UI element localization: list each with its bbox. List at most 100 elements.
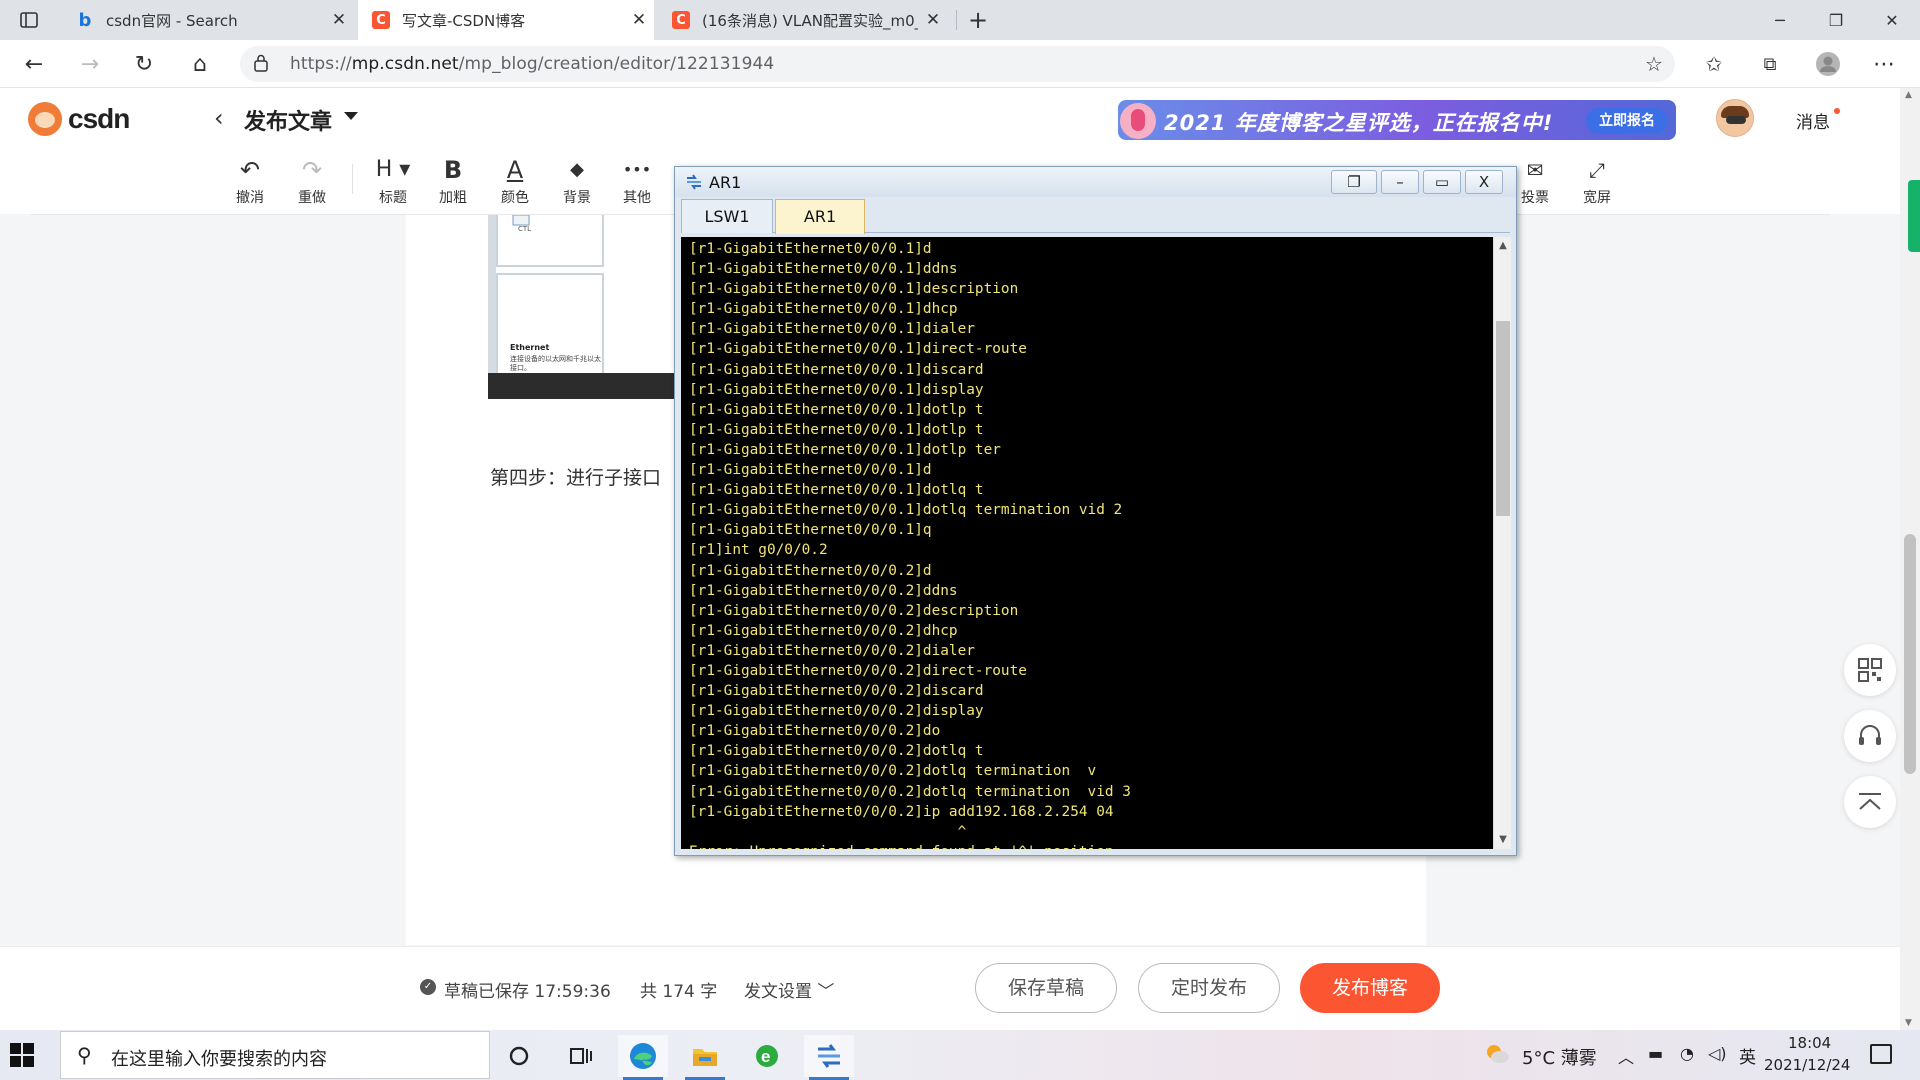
- back-to-top-icon[interactable]: [1844, 776, 1896, 828]
- schedule-publish-button[interactable]: 定时发布: [1138, 963, 1280, 1013]
- save-draft-button[interactable]: 保存草稿: [975, 963, 1117, 1013]
- side-widget-tab[interactable]: [1908, 180, 1920, 252]
- paint-bucket-icon: ◆: [570, 159, 584, 180]
- messages-link[interactable]: 消息: [1796, 108, 1830, 133]
- step-paragraph[interactable]: 第四步：进行子接口: [490, 463, 661, 490]
- scroll-up-icon[interactable]: ▲: [1905, 90, 1912, 100]
- profile-icon[interactable]: [1808, 44, 1848, 84]
- bold-icon: B: [443, 156, 463, 184]
- tab-ar1[interactable]: AR1: [775, 199, 865, 234]
- terminal-output[interactable]: [r1-GigabitEthernet0/0/0.1]d [r1-GigabitE…: [681, 237, 1493, 849]
- more-icon: •••: [622, 160, 652, 179]
- back-icon[interactable]: ←: [14, 44, 54, 84]
- page-scroll-thumb[interactable]: [1904, 534, 1916, 774]
- terminal-line: [r1-GigabitEthernet0/0/0.2]dotlq termina…: [689, 763, 1097, 780]
- bold-button[interactable]: B 加粗: [428, 156, 478, 207]
- terminal-scrollbar[interactable]: ▲ ▼: [1493, 237, 1511, 849]
- lock-icon[interactable]: [254, 54, 268, 76]
- add-favorite-icon[interactable]: ☆: [1634, 44, 1674, 84]
- home-icon[interactable]: ⌂: [180, 44, 220, 84]
- terminal-line: [r1-GigabitEthernet0/0/0.2]dotlq termina…: [689, 783, 1131, 800]
- check-circle-icon: ✓: [420, 979, 436, 995]
- edge-browser-icon[interactable]: [618, 1035, 668, 1077]
- ar1-console-window[interactable]: AR1 ❐ – ▭ X LSW1 AR1 [r1-GigabitEthernet…: [674, 166, 1517, 856]
- clock-date[interactable]: 2021/12/24: [1764, 1056, 1850, 1074]
- notification-center-icon[interactable]: [1870, 1044, 1892, 1064]
- favorites-icon[interactable]: ✩: [1694, 44, 1734, 84]
- weather-fog-icon[interactable]: [1484, 1042, 1510, 1066]
- csdn-logo[interactable]: csdn: [28, 102, 130, 136]
- ie-browser-icon[interactable]: e: [742, 1035, 792, 1077]
- windows-start-icon[interactable]: [10, 1043, 34, 1067]
- tab-vlan-article[interactable]: C (16条消息) VLAN配置实验_m0_6 ✕: [658, 0, 948, 40]
- publish-button[interactable]: 发布博客: [1300, 963, 1440, 1013]
- console-maximize-icon[interactable]: ▭: [1423, 170, 1461, 194]
- back-chevron-icon[interactable]: ‹: [214, 104, 224, 132]
- redo-button[interactable]: ↷ 重做: [287, 156, 337, 207]
- qrcode-icon[interactable]: [1844, 644, 1896, 696]
- tab-lsw1[interactable]: LSW1: [681, 199, 773, 233]
- collections-icon[interactable]: ⧉: [1750, 44, 1790, 84]
- scroll-thumb[interactable]: [1496, 321, 1510, 516]
- console-titlebar[interactable]: AR1 ❐ – ▭ X: [675, 167, 1516, 197]
- background-button[interactable]: ◆ 背景: [552, 156, 602, 207]
- color-button[interactable]: A 颜色: [490, 156, 540, 207]
- console-restore-icon[interactable]: ❐: [1331, 170, 1377, 194]
- address-bar: ← → ↻ ⌂ https://mp.csdn.net/mp_blog/crea…: [0, 40, 1920, 88]
- draft-saved-status: 草稿已保存 17:59:36: [444, 982, 611, 1002]
- terminal-line: [r1-GigabitEthernet0/0/0.2]ip add192.168…: [689, 803, 1114, 820]
- ctl-panel: CTL: [496, 215, 604, 267]
- volume-icon[interactable]: ◁): [1708, 1044, 1727, 1063]
- new-tab-icon[interactable]: +: [950, 0, 1006, 40]
- restore-icon[interactable]: ❐: [1808, 0, 1864, 40]
- clock-time[interactable]: 18:04: [1788, 1034, 1831, 1052]
- vote-button[interactable]: ✉ 投票: [1510, 156, 1560, 207]
- cortana-icon[interactable]: [494, 1035, 544, 1077]
- url-field[interactable]: https://mp.csdn.net/mp_blog/creation/edi…: [240, 46, 1675, 82]
- console-close-icon[interactable]: X: [1465, 170, 1503, 194]
- refresh-icon[interactable]: ↻: [124, 44, 164, 84]
- svg-text:e: e: [761, 1047, 770, 1066]
- more-tools-button[interactable]: ••• 其他: [612, 156, 662, 207]
- close-tab-icon[interactable]: ✕: [624, 10, 654, 30]
- ensp-app-icon[interactable]: [804, 1035, 854, 1077]
- publish-settings-dropdown[interactable]: 发文设置 ﹀: [744, 977, 834, 1002]
- caret-down-icon[interactable]: [344, 112, 358, 120]
- widescreen-button[interactable]: ⤢ 宽屏: [1572, 156, 1622, 207]
- heading-button[interactable]: H ▾ 标题: [368, 156, 418, 207]
- undo-button[interactable]: ↶ 撤消: [225, 156, 275, 207]
- close-tab-icon[interactable]: ✕: [324, 10, 354, 30]
- input-method-indicator[interactable]: 英: [1739, 1043, 1756, 1068]
- customer-service-icon[interactable]: [1844, 710, 1896, 762]
- scroll-up-icon[interactable]: ▲: [1494, 237, 1512, 255]
- taskbar-search-box[interactable]: ⚲ 在这里输入你要搜索的内容: [60, 1031, 490, 1079]
- terminal-line: Error: Unrecognized command found at '^'…: [689, 842, 1131, 849]
- tab-actions-icon[interactable]: [4, 0, 54, 40]
- scroll-down-icon[interactable]: ▼: [1494, 831, 1512, 849]
- page-title[interactable]: 发布文章: [244, 104, 332, 136]
- embedded-screenshot[interactable]: CTL Ethernet 连接设备的以太网和千兆以太接口。: [488, 215, 680, 399]
- wifi-icon[interactable]: ◔: [1680, 1044, 1694, 1063]
- minimize-icon[interactable]: ─: [1752, 0, 1808, 40]
- avatar[interactable]: [1716, 99, 1754, 137]
- signup-button[interactable]: 立即报名: [1586, 108, 1668, 134]
- tab-bing-search[interactable]: b csdn官网 - Search ✕: [62, 0, 354, 40]
- weather-text[interactable]: 5°C 薄雾: [1522, 1044, 1597, 1070]
- task-view-icon[interactable]: [556, 1035, 606, 1077]
- battery-icon[interactable]: ▬: [1648, 1044, 1663, 1063]
- show-hidden-icons-icon[interactable]: ︿: [1618, 1044, 1634, 1068]
- file-explorer-icon[interactable]: [680, 1035, 730, 1077]
- heading-icon: H ▾: [375, 157, 411, 182]
- scroll-down-icon[interactable]: ▼: [1905, 1018, 1912, 1028]
- forward-icon[interactable]: →: [70, 44, 110, 84]
- more-options-icon[interactable]: ⋯: [1864, 44, 1904, 84]
- browser-tab-strip: b csdn官网 - Search ✕ C 写文章-CSDN博客 ✕ C (16…: [0, 0, 1920, 40]
- close-window-icon[interactable]: ✕: [1864, 0, 1920, 40]
- close-tab-icon[interactable]: ✕: [918, 10, 948, 30]
- terminal-line: [r1-GigabitEthernet0/0/0.2]display: [689, 703, 984, 720]
- tab-write-article[interactable]: C 写文章-CSDN博客 ✕: [358, 0, 654, 40]
- terminal-line: [r1-GigabitEthernet0/0/0.1]dotlq t: [689, 482, 984, 499]
- font-color-icon: A: [506, 156, 524, 184]
- blog-star-banner[interactable]: 2021 年度博客之星评选，正在报名中! 立即报名: [1118, 100, 1676, 140]
- console-minimize-icon[interactable]: –: [1381, 170, 1419, 194]
